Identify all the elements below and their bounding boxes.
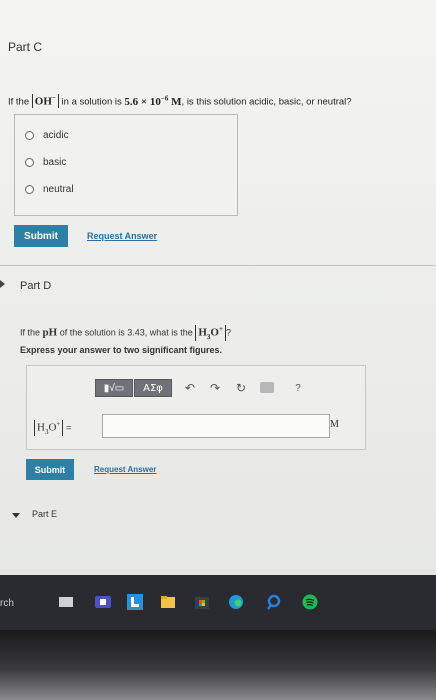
file-explorer-icon[interactable] bbox=[160, 594, 176, 610]
monitor-bezel bbox=[0, 630, 436, 700]
part-d-request-answer-link[interactable]: Request Answer bbox=[94, 465, 156, 474]
part-c-submit-button[interactable]: Submit bbox=[14, 225, 68, 247]
answer-options: acidic basic neutral bbox=[14, 114, 238, 216]
taskbar-search[interactable]: rch bbox=[0, 598, 14, 609]
help-icon[interactable]: ? bbox=[291, 379, 305, 397]
option-acidic[interactable]: acidic bbox=[25, 130, 69, 141]
part-d-question: If the pH of the solution is 3.43, what … bbox=[20, 325, 231, 341]
answer-instruction: Express your answer to two significant f… bbox=[20, 345, 223, 355]
task-view-icon[interactable] bbox=[58, 594, 74, 610]
hydronium-concentration: H3O+ bbox=[195, 325, 226, 341]
hydroxide-concentration: OH− bbox=[31, 94, 59, 108]
concentration-value: 5.6 × 10−6 M bbox=[124, 94, 182, 108]
spotify-icon[interactable] bbox=[302, 594, 318, 610]
option-basic[interactable]: basic bbox=[25, 157, 66, 168]
part-c-title: Part C bbox=[8, 40, 43, 54]
browser-page: Part C If the OH− in a solution is 5.6 ×… bbox=[0, 0, 436, 575]
redo-icon[interactable]: ↷ bbox=[208, 379, 222, 397]
part-d-title: Part D bbox=[20, 280, 52, 292]
teams-icon[interactable] bbox=[95, 594, 111, 610]
office-icon[interactable] bbox=[127, 594, 143, 610]
radio-button[interactable] bbox=[25, 131, 34, 140]
answer-unit: M bbox=[330, 419, 339, 430]
answer-label: H3O+ = bbox=[34, 420, 72, 436]
edge-icon[interactable] bbox=[228, 594, 244, 610]
part-c-question: If the OH− in a solution is 5.6 × 10−6 M… bbox=[8, 94, 352, 108]
radio-button[interactable] bbox=[25, 185, 34, 194]
templates-button[interactable]: ▮√▭ bbox=[95, 379, 133, 397]
radio-button[interactable] bbox=[25, 158, 34, 167]
section-divider bbox=[0, 265, 436, 266]
answer-panel: ▮√▭ ΑΣφ ↶ ↷ ↻ ? H3O+ = M bbox=[26, 365, 366, 450]
store-icon[interactable] bbox=[194, 594, 210, 610]
symbols-button[interactable]: ΑΣφ bbox=[134, 379, 172, 397]
undo-icon[interactable]: ↶ bbox=[183, 379, 197, 397]
part-d-submit-button[interactable]: Submit bbox=[26, 459, 74, 480]
search-app-icon[interactable] bbox=[266, 594, 282, 610]
part-c-request-answer-link[interactable]: Request Answer bbox=[87, 231, 157, 241]
part-e-title[interactable]: Part E bbox=[32, 509, 57, 519]
reset-icon[interactable]: ↻ bbox=[234, 379, 248, 397]
option-neutral[interactable]: neutral bbox=[25, 184, 74, 195]
answer-input[interactable] bbox=[102, 414, 330, 438]
expand-arrow-icon[interactable] bbox=[12, 513, 20, 518]
keyboard-icon[interactable] bbox=[260, 382, 274, 393]
collapse-arrow-icon[interactable] bbox=[0, 280, 5, 288]
